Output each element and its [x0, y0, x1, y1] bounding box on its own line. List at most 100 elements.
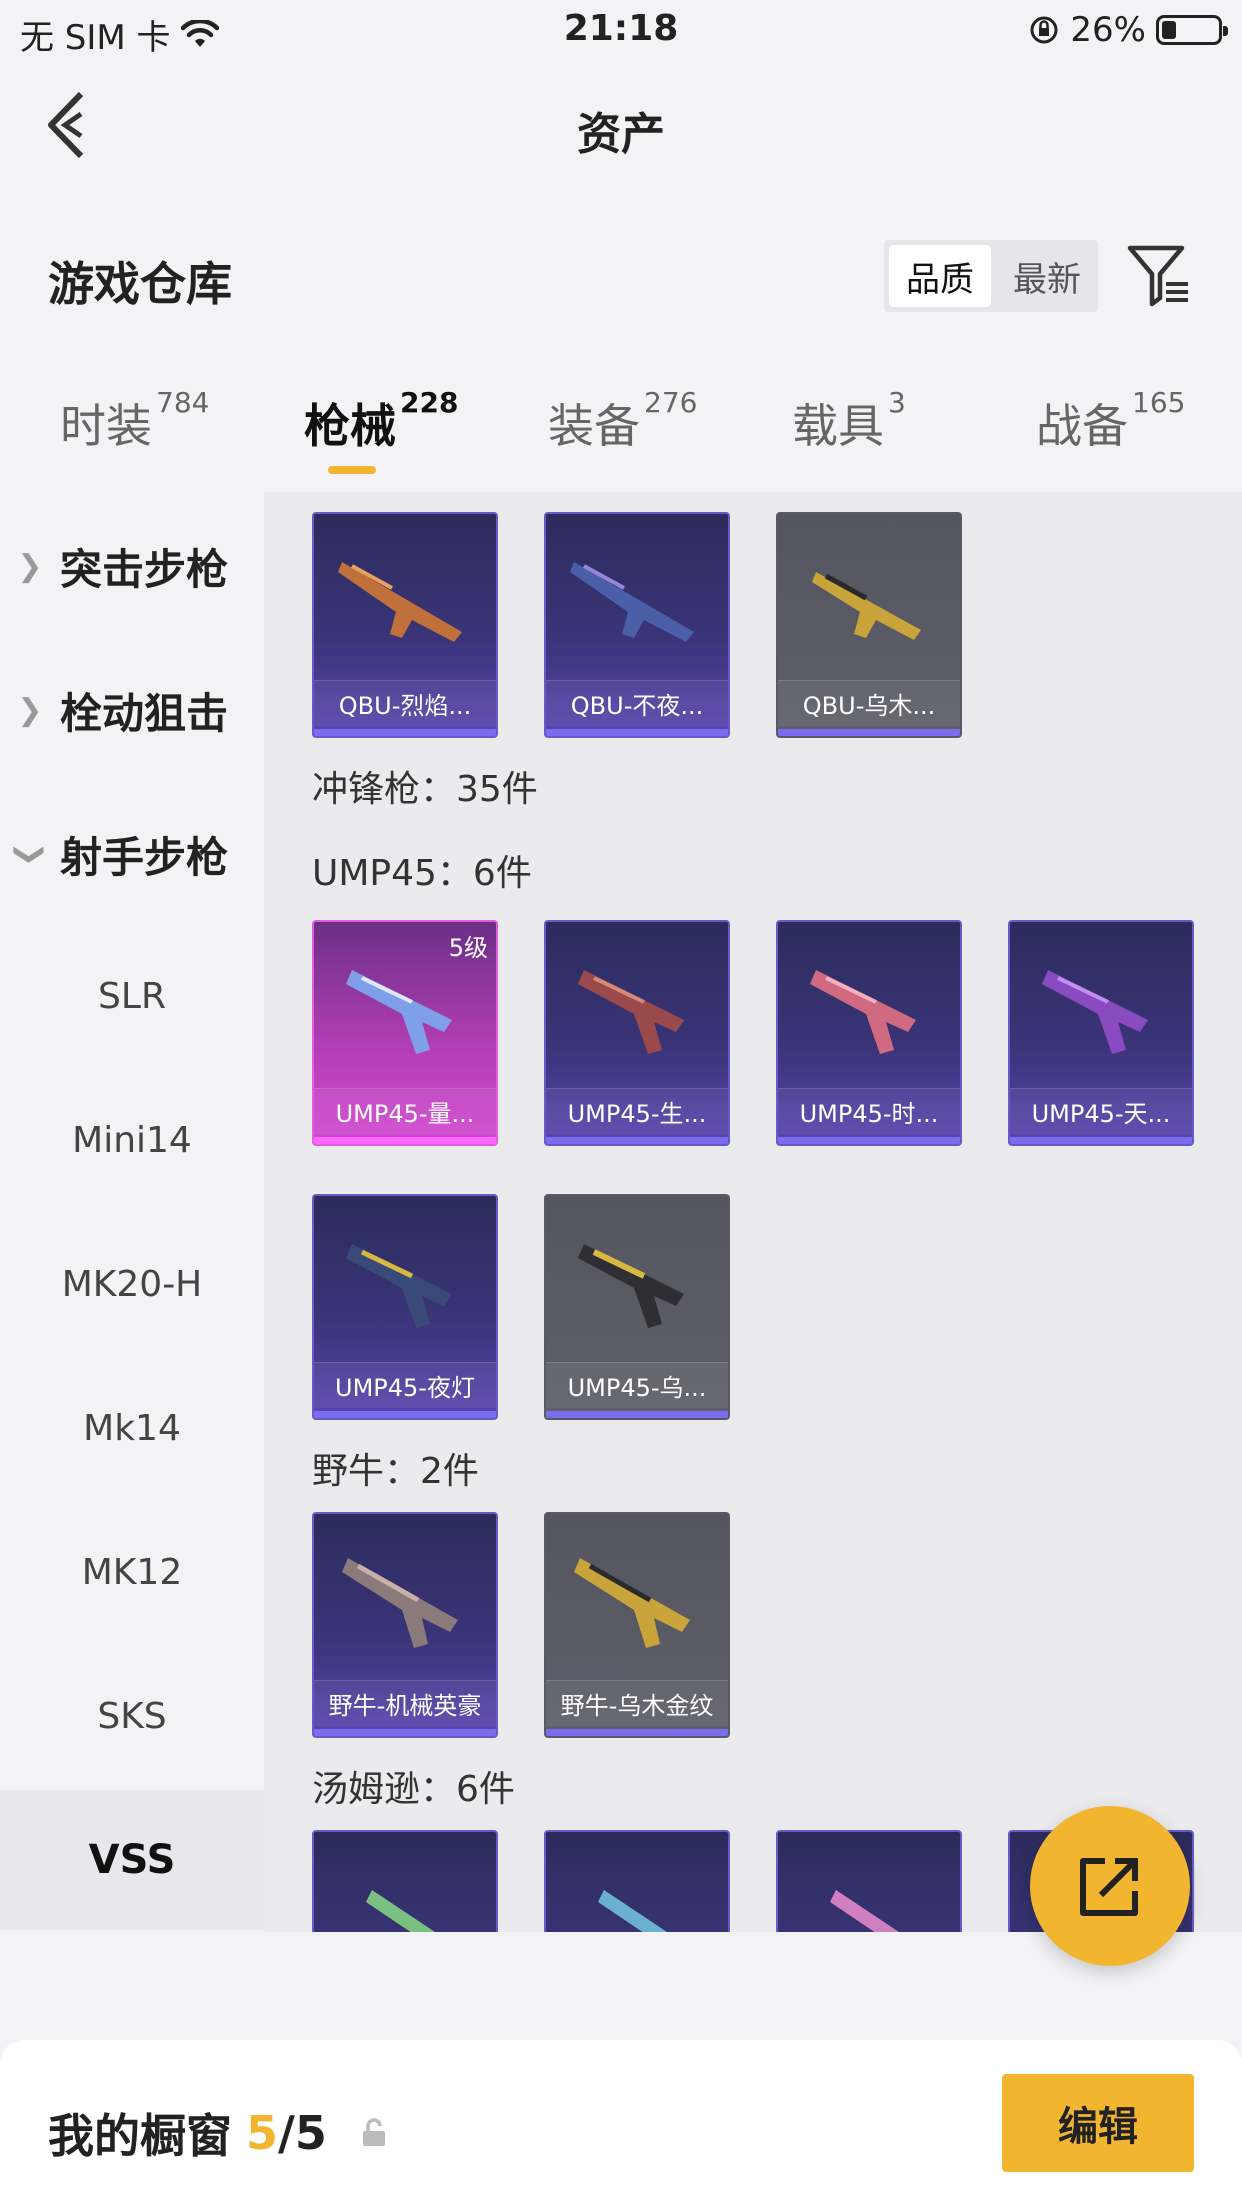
section-label-ump45: UMP45：6件 [312, 853, 532, 894]
sidebar-group-bolt-sniper[interactable]: ❯ 栓动狙击 [0, 660, 264, 760]
item-name: 野牛-乌木金纹 [546, 1680, 728, 1726]
smg-icon [598, 1890, 667, 1932]
smg-icon [810, 970, 916, 1054]
share-icon [1080, 1858, 1138, 1916]
tab-label: 战备 [1036, 399, 1128, 453]
tab-label: 载具 [792, 399, 884, 453]
chevron-right-icon: ❯ [17, 548, 43, 584]
item-grid: QBU-烈焰... QBU-不夜... QBU-乌木... 冲锋枪：35件 UM… [264, 492, 1242, 1932]
rarity-bar [778, 729, 960, 736]
sidebar-group-marksman-rifle[interactable]: ❯ 射手步枪 [0, 804, 264, 904]
item-name: UMP45-天... [1010, 1088, 1192, 1134]
sidebar-item-vss[interactable]: VSS [0, 1790, 264, 1930]
showcase-title: 我的橱窗 [48, 2109, 232, 2163]
item-card[interactable] [544, 1830, 730, 1932]
tab-label: 时装 [60, 399, 152, 453]
item-name: QBU-乌木... [778, 680, 960, 726]
rarity-bar [546, 729, 728, 736]
nav-bar: 资产 [0, 62, 1242, 192]
tab-count: 165 [1132, 386, 1186, 419]
smg-icon [578, 1244, 684, 1328]
active-tab-indicator [328, 466, 376, 474]
item-name: UMP45-乌... [546, 1362, 728, 1408]
item-card[interactable]: UMP45-夜灯 [312, 1194, 498, 1420]
sidebar: ❯ 突击步枪 ❯ 栓动狙击 ❯ 射手步枪 SLR Mini14 MK20-H M… [0, 492, 264, 1932]
orientation-lock-icon [1030, 16, 1058, 44]
smg-icon [366, 1890, 435, 1932]
item-card[interactable]: 5级 UMP45-量... [312, 920, 498, 1146]
item-card[interactable]: 野牛-乌木金纹 [544, 1512, 730, 1738]
item-card[interactable]: UMP45-乌... [544, 1194, 730, 1420]
smg-icon [578, 970, 684, 1054]
item-name: 野牛-机械英豪 [314, 1680, 496, 1726]
page-title: 游戏仓库 [48, 257, 232, 311]
item-name: QBU-烈焰... [314, 680, 496, 726]
battery-icon [1156, 15, 1228, 45]
sort-toggle: 品质 最新 [884, 240, 1098, 312]
rarity-bar [778, 1137, 960, 1144]
tab-count: 784 [156, 386, 210, 419]
chevron-down-icon: ❯ [12, 841, 48, 867]
item-card[interactable]: UMP45-时... [776, 920, 962, 1146]
showcase-label: 我的橱窗 5/5 [48, 2100, 387, 2166]
tab-count: 3 [888, 386, 906, 419]
chevron-right-icon: ❯ [17, 692, 43, 728]
item-card[interactable]: QBU-烈焰... [312, 512, 498, 738]
item-name: UMP45-夜灯 [314, 1362, 496, 1408]
showcase-count: 5 [246, 2106, 279, 2160]
tab-fashion[interactable]: 时装 784 [60, 386, 209, 456]
rarity-bar [546, 1411, 728, 1418]
smg-icon [1042, 970, 1148, 1054]
rifle-icon [812, 572, 921, 640]
battery-percent: 26% [1070, 10, 1146, 50]
edit-button[interactable]: 编辑 [1002, 2074, 1194, 2172]
tab-label: 枪械 [304, 399, 396, 453]
sidebar-item-sks[interactable]: SKS [0, 1666, 264, 1766]
sort-option-quality[interactable]: 品质 [889, 245, 991, 307]
section-label-bison: 野牛：2件 [312, 1451, 479, 1492]
item-card[interactable]: UMP45-生... [544, 920, 730, 1146]
rarity-bar [314, 729, 496, 736]
bottom-bar: 我的橱窗 5/5 编辑 [0, 2040, 1242, 2208]
sidebar-item-mini14[interactable]: Mini14 [0, 1090, 264, 1190]
section-label-smg: 冲锋枪：35件 [312, 769, 538, 810]
smg-icon [346, 1244, 452, 1328]
item-card[interactable]: UMP45-天... [1008, 920, 1194, 1146]
rarity-bar [546, 1729, 728, 1736]
filter-button[interactable] [1126, 242, 1192, 308]
rifle-icon [338, 562, 462, 642]
battery-fill [1162, 21, 1176, 39]
share-button[interactable] [1030, 1806, 1190, 1966]
sidebar-item-mk14[interactable]: Mk14 [0, 1378, 264, 1478]
item-card[interactable] [776, 1830, 962, 1932]
item-name: UMP45-时... [778, 1088, 960, 1134]
rarity-bar [314, 1729, 496, 1736]
nav-title: 资产 [577, 109, 665, 160]
status-bar: 无 SIM 卡 21:18 26% [0, 0, 1242, 62]
lock-icon [362, 2118, 385, 2146]
item-card[interactable] [312, 1830, 498, 1932]
rarity-bar [314, 1411, 496, 1418]
smg-icon [830, 1890, 899, 1932]
sort-option-newest[interactable]: 最新 [996, 240, 1098, 312]
item-card[interactable]: 野牛-机械英豪 [312, 1512, 498, 1738]
sidebar-group-label: 射手步枪 [60, 832, 229, 882]
sidebar-group-label: 突击步枪 [60, 544, 229, 594]
tab-count: 228 [400, 386, 459, 419]
tab-gear[interactable]: 战备 165 [1036, 386, 1185, 456]
sidebar-item-mk20h[interactable]: MK20-H [0, 1234, 264, 1334]
filter-icon [1127, 245, 1188, 307]
category-tabs: 时装 784 枪械 228 装备 276 载具 3 战备 165 [0, 386, 1242, 490]
tab-label: 装备 [548, 399, 640, 453]
tab-vehicles[interactable]: 载具 3 [792, 386, 906, 456]
sidebar-item-slr[interactable]: SLR [0, 946, 264, 1046]
tab-guns[interactable]: 枪械 228 [304, 386, 458, 456]
tab-equipment[interactable]: 装备 276 [548, 386, 697, 456]
status-right: 26% [1028, 10, 1228, 50]
sidebar-item-mk12[interactable]: MK12 [0, 1522, 264, 1622]
item-card[interactable]: QBU-不夜... [544, 512, 730, 738]
sidebar-group-assault-rifle[interactable]: ❯ 突击步枪 [0, 516, 264, 616]
rarity-bar [1010, 1137, 1192, 1144]
item-card[interactable]: QBU-乌木... [776, 512, 962, 738]
item-name: UMP45-生... [546, 1088, 728, 1134]
